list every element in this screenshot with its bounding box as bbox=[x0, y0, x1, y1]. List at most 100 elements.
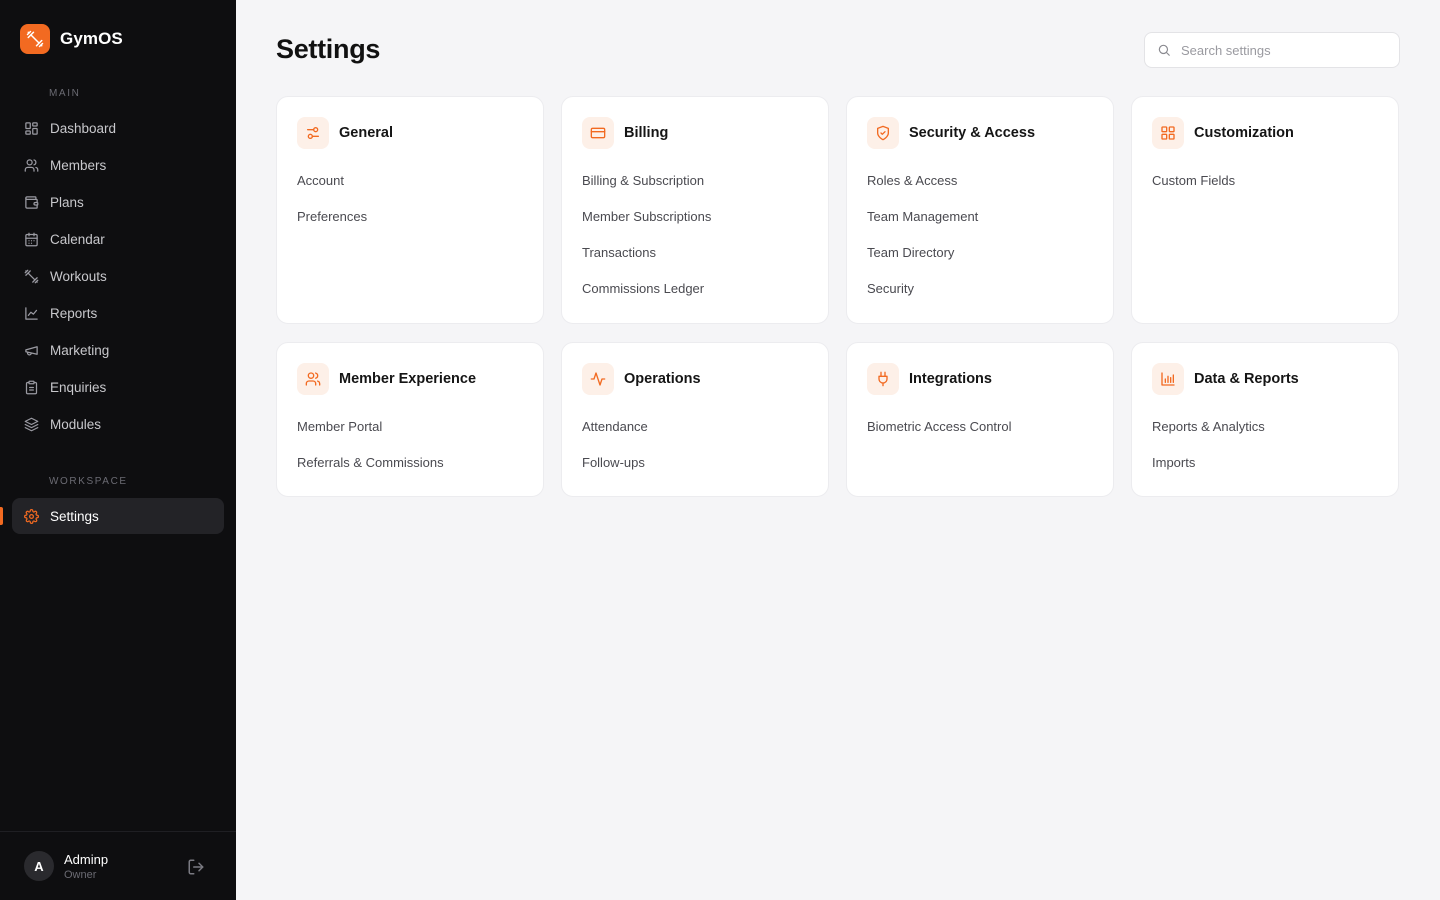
sidebar-item-enquiries[interactable]: Enquiries bbox=[12, 369, 224, 406]
settings-link-follow-ups[interactable]: Follow-ups bbox=[582, 444, 808, 480]
user-panel: A Adminp Owner bbox=[0, 831, 236, 900]
settings-link-transactions[interactable]: Transactions bbox=[582, 234, 808, 270]
sidebar-item-label: Marketing bbox=[50, 343, 110, 358]
settings-card-billing: Billing Billing & Subscription Member Su… bbox=[561, 96, 829, 324]
user-meta: Adminp Owner bbox=[64, 852, 108, 881]
workspace-nav: Settings bbox=[12, 498, 224, 534]
settings-link-biometric-access-control[interactable]: Biometric Access Control bbox=[867, 408, 1093, 444]
settings-card-general: General Account Preferences bbox=[276, 96, 544, 324]
sidebar-item-label: Dashboard bbox=[50, 121, 117, 136]
section-label-main: MAIN bbox=[49, 88, 81, 99]
brand[interactable]: GymOS bbox=[20, 24, 123, 54]
layers-icon bbox=[24, 417, 39, 432]
card-links: Billing & Subscription Member Subscripti… bbox=[582, 162, 808, 306]
card-title: General bbox=[339, 125, 393, 141]
settings-link-team-management[interactable]: Team Management bbox=[867, 198, 1093, 234]
card-header: Billing bbox=[582, 117, 808, 149]
section-label-workspace: WORKSPACE bbox=[49, 476, 128, 487]
settings-card-security: Security & Access Roles & Access Team Ma… bbox=[846, 96, 1114, 324]
sidebar-item-dashboard[interactable]: Dashboard bbox=[12, 110, 224, 147]
sidebar-item-members[interactable]: Members bbox=[12, 147, 224, 184]
settings-link-attendance[interactable]: Attendance bbox=[582, 408, 808, 444]
sidebar-item-label: Calendar bbox=[50, 232, 105, 247]
search-box[interactable] bbox=[1144, 32, 1400, 68]
settings-link-account[interactable]: Account bbox=[297, 162, 523, 198]
sidebar-item-marketing[interactable]: Marketing bbox=[12, 332, 224, 369]
card-title: Member Experience bbox=[339, 371, 477, 387]
page-title: Settings bbox=[276, 34, 381, 64]
search-input[interactable] bbox=[1181, 42, 1381, 58]
card-links: Biometric Access Control bbox=[867, 408, 1093, 444]
settings-link-security[interactable]: Security bbox=[867, 270, 1093, 306]
card-title: Operations bbox=[624, 371, 701, 387]
sidebar-item-workouts[interactable]: Workouts bbox=[12, 258, 224, 295]
sidebar-item-label: Reports bbox=[50, 306, 98, 321]
card-header: Operations bbox=[582, 363, 808, 395]
settings-link-reports-analytics[interactable]: Reports & Analytics bbox=[1152, 408, 1378, 444]
card-links: Reports & Analytics Imports bbox=[1152, 408, 1378, 480]
layout-grid-icon bbox=[1152, 117, 1184, 149]
sidebar-item-label: Settings bbox=[50, 508, 99, 524]
sidebar-item-label: Plans bbox=[50, 195, 84, 210]
user-name: Adminp bbox=[64, 851, 109, 867]
card-links: Attendance Follow-ups bbox=[582, 408, 808, 480]
credit-card-icon bbox=[582, 117, 614, 149]
settings-grid: General Account Preferences Billing Bill… bbox=[276, 96, 1400, 497]
card-header: General bbox=[297, 117, 523, 149]
settings-link-commissions-ledger[interactable]: Commissions Ledger bbox=[582, 270, 808, 306]
wallet-icon bbox=[25, 196, 39, 209]
card-links: Roles & Access Team Management Team Dire… bbox=[867, 162, 1093, 306]
sidebar-item-settings[interactable]: Settings bbox=[12, 498, 224, 534]
card-title: Billing bbox=[624, 125, 669, 141]
brand-name: GymOS bbox=[60, 29, 123, 48]
settings-link-billing-subscription[interactable]: Billing & Subscription bbox=[582, 162, 808, 198]
dumbbell-icon bbox=[24, 269, 39, 284]
settings-link-member-portal[interactable]: Member Portal bbox=[297, 408, 523, 444]
settings-link-preferences[interactable]: Preferences bbox=[297, 198, 523, 234]
calendar-icon bbox=[25, 232, 38, 247]
card-header: Data & Reports bbox=[1152, 363, 1378, 395]
settings-link-referrals-commissions[interactable]: Referrals & Commissions bbox=[297, 444, 523, 480]
settings-card-member-experience: Member Experience Member Portal Referral… bbox=[276, 342, 544, 497]
card-title: Customization bbox=[1194, 125, 1294, 141]
grid-icon bbox=[25, 122, 38, 135]
settings-link-imports[interactable]: Imports bbox=[1152, 444, 1378, 480]
sidebar-item-plans[interactable]: Plans bbox=[12, 184, 224, 221]
card-links: Account Preferences bbox=[297, 162, 523, 234]
card-title: Integrations bbox=[909, 371, 992, 387]
avatar[interactable]: A bbox=[24, 851, 54, 881]
settings-link-team-directory[interactable]: Team Directory bbox=[867, 234, 1093, 270]
dumbbell-icon bbox=[20, 24, 50, 54]
card-header: Customization bbox=[1152, 117, 1378, 149]
settings-card-customization: Customization Custom Fields bbox=[1131, 96, 1399, 324]
settings-card-integrations: Integrations Biometric Access Control bbox=[846, 342, 1114, 497]
users-icon bbox=[24, 159, 39, 172]
search-icon bbox=[1158, 44, 1170, 56]
card-title: Data & Reports bbox=[1194, 371, 1299, 387]
sidebar-item-calendar[interactable]: Calendar bbox=[12, 221, 224, 258]
active-indicator bbox=[0, 507, 3, 525]
shield-check-icon bbox=[867, 117, 899, 149]
sliders-icon bbox=[297, 117, 329, 149]
sidebar-item-label: Modules bbox=[50, 417, 102, 432]
logout-icon[interactable] bbox=[187, 858, 205, 876]
card-links: Member Portal Referrals & Commissions bbox=[297, 408, 523, 480]
plug-icon bbox=[867, 363, 899, 395]
activity-icon bbox=[582, 363, 614, 395]
card-links: Custom Fields bbox=[1152, 162, 1378, 198]
bar-chart-icon bbox=[1152, 363, 1184, 395]
main-nav: Dashboard Members Plans Calendar Workout… bbox=[12, 110, 224, 443]
settings-link-custom-fields[interactable]: Custom Fields bbox=[1152, 162, 1378, 198]
card-title: Security & Access bbox=[909, 125, 1036, 141]
sidebar-item-modules[interactable]: Modules bbox=[12, 406, 224, 443]
settings-link-member-subscriptions[interactable]: Member Subscriptions bbox=[582, 198, 808, 234]
sidebar-item-reports[interactable]: Reports bbox=[12, 295, 224, 332]
gear-icon bbox=[24, 508, 39, 524]
user-role: Owner bbox=[64, 868, 97, 881]
settings-card-data-reports: Data & Reports Reports & Analytics Impor… bbox=[1131, 342, 1399, 497]
line-chart-icon bbox=[25, 307, 38, 320]
sidebar-item-label: Workouts bbox=[50, 269, 107, 284]
settings-link-roles-access[interactable]: Roles & Access bbox=[867, 162, 1093, 198]
card-header: Integrations bbox=[867, 363, 1093, 395]
card-header: Security & Access bbox=[867, 117, 1093, 149]
